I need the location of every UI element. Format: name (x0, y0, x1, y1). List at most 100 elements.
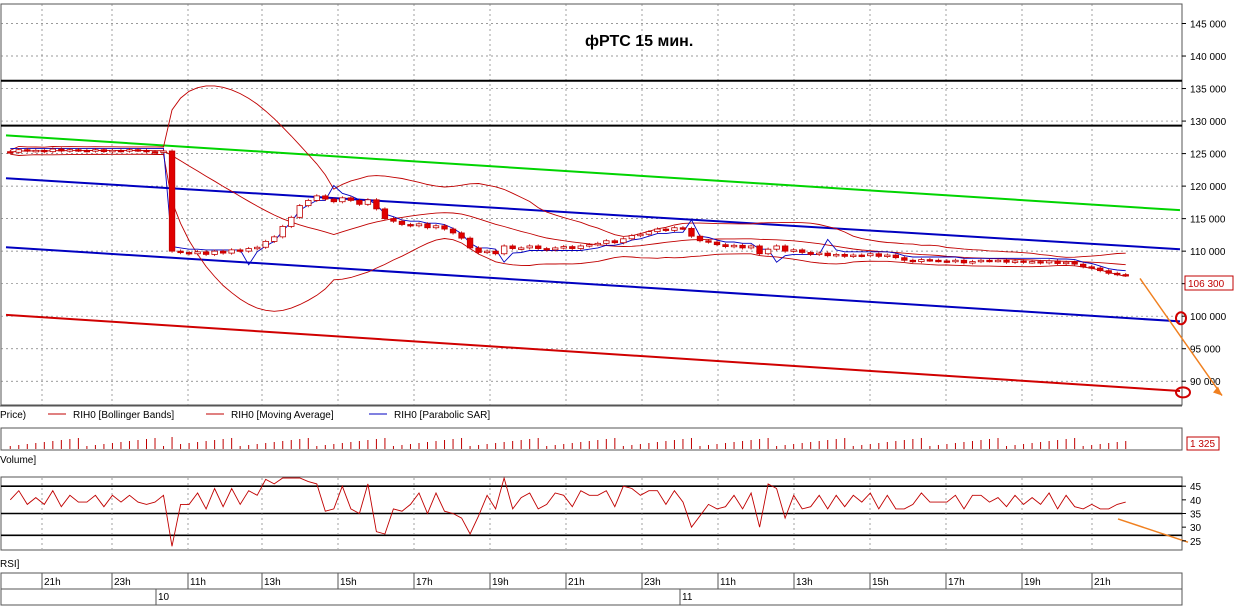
candle-down (1122, 274, 1129, 277)
time-label: 21h (1094, 577, 1111, 588)
volume-label: Volume] (0, 455, 36, 466)
candle-up (620, 238, 627, 244)
candle-down (1097, 267, 1104, 272)
time-label: 11h (190, 577, 206, 588)
candle-up (1045, 260, 1053, 264)
candle-up (764, 248, 772, 255)
candle-down (381, 208, 389, 220)
candle-down (960, 259, 968, 264)
candle-up (816, 252, 823, 256)
price-tick-label: 135 000 (1190, 85, 1227, 96)
time-label: 13h (796, 577, 813, 588)
candle-up (577, 245, 584, 249)
price-y-axis: 145 000 140 000 135 000 130 000 125 000 120 0… (1182, 20, 1227, 388)
candle-up (109, 149, 116, 153)
candle-up (594, 242, 601, 246)
candle-down (177, 250, 184, 254)
price-tick-label: 115 000 (1190, 215, 1226, 226)
rsi-label: RSI] (0, 559, 20, 570)
candle-down (705, 240, 712, 243)
candle-up (15, 149, 22, 153)
candle-down (569, 246, 576, 249)
rsi-tick-label: 30 (1190, 523, 1202, 534)
candle-down (611, 240, 619, 244)
candle-up (254, 246, 261, 250)
candle-up (773, 245, 780, 250)
candle-up (730, 244, 738, 248)
candle-up (969, 261, 976, 264)
candle-up (637, 233, 644, 237)
last-price-label: 106 300 (1188, 279, 1225, 290)
candle-down (424, 223, 431, 229)
price-tick-label: 120 000 (1190, 182, 1227, 193)
candle-down (466, 237, 474, 249)
candle-up (603, 240, 610, 244)
candle-up (977, 259, 985, 263)
candle-up (628, 235, 636, 240)
candle-down (756, 245, 763, 255)
price-tick-label: 140 000 (1190, 52, 1227, 63)
candle-down (117, 149, 125, 153)
candle-up (160, 150, 167, 153)
candle-up (918, 259, 925, 262)
candle-up (867, 253, 874, 257)
rsi-tick-label: 40 (1190, 496, 1202, 507)
candle-down (236, 249, 244, 252)
legend-ma: RIH0 [Moving Average] (231, 410, 334, 421)
candle-down (739, 244, 746, 249)
chart-title: фРТС 15 мин. (585, 33, 693, 50)
candle-down (151, 151, 159, 154)
candle-down (679, 227, 687, 230)
time-label: 15h (340, 577, 357, 588)
candle-up (364, 199, 372, 205)
legend-sar: RIH0 [Parabolic SAR] (394, 410, 490, 421)
legend-bb: RIH0 [Bollinger Bands] (73, 410, 174, 421)
candle-up (952, 259, 959, 263)
candle-down (407, 224, 414, 227)
rsi-tick-label: 25 (1190, 537, 1202, 548)
candle-down (1088, 266, 1095, 269)
candle-down (543, 248, 550, 251)
time-label: 19h (1024, 577, 1041, 588)
candle-down (798, 249, 806, 253)
candle-up (884, 254, 891, 257)
candle-up (262, 240, 269, 248)
candle-up (211, 250, 218, 255)
candle-down (824, 252, 831, 257)
candle-up (66, 149, 74, 152)
candle-up (833, 254, 840, 257)
candle-up (288, 216, 295, 227)
candle-down (75, 149, 82, 152)
candle-up (671, 227, 678, 231)
candle-up (1028, 261, 1036, 264)
candle-up (305, 200, 312, 207)
candle-down (492, 250, 499, 255)
candle-up (586, 244, 593, 247)
time-label: 21h (44, 577, 61, 588)
time-label: 21h (568, 577, 585, 588)
candle-down (458, 232, 465, 239)
price-tick-label: 100 000 (1190, 312, 1227, 323)
candle-down (509, 245, 516, 249)
candle-down (143, 149, 150, 153)
candle-down (943, 260, 951, 263)
candle-up (339, 197, 346, 203)
candle-up (126, 149, 133, 152)
candle-up (552, 247, 559, 251)
candle-up (415, 223, 423, 227)
time-label: 17h (948, 577, 965, 588)
time-label: 17h (416, 577, 433, 588)
rsi-tick-label: 35 (1190, 510, 1202, 521)
candle-up (483, 250, 491, 254)
candle-down (858, 254, 865, 257)
candle-down (356, 200, 363, 205)
candle-up (500, 245, 508, 255)
candle-up (645, 231, 653, 235)
candle-up (560, 246, 567, 249)
candle-down (100, 149, 108, 153)
candle-up (245, 248, 252, 252)
candle-down (935, 259, 942, 263)
candle-down (398, 220, 406, 225)
candle-up (850, 254, 857, 257)
candle-up (526, 245, 533, 249)
